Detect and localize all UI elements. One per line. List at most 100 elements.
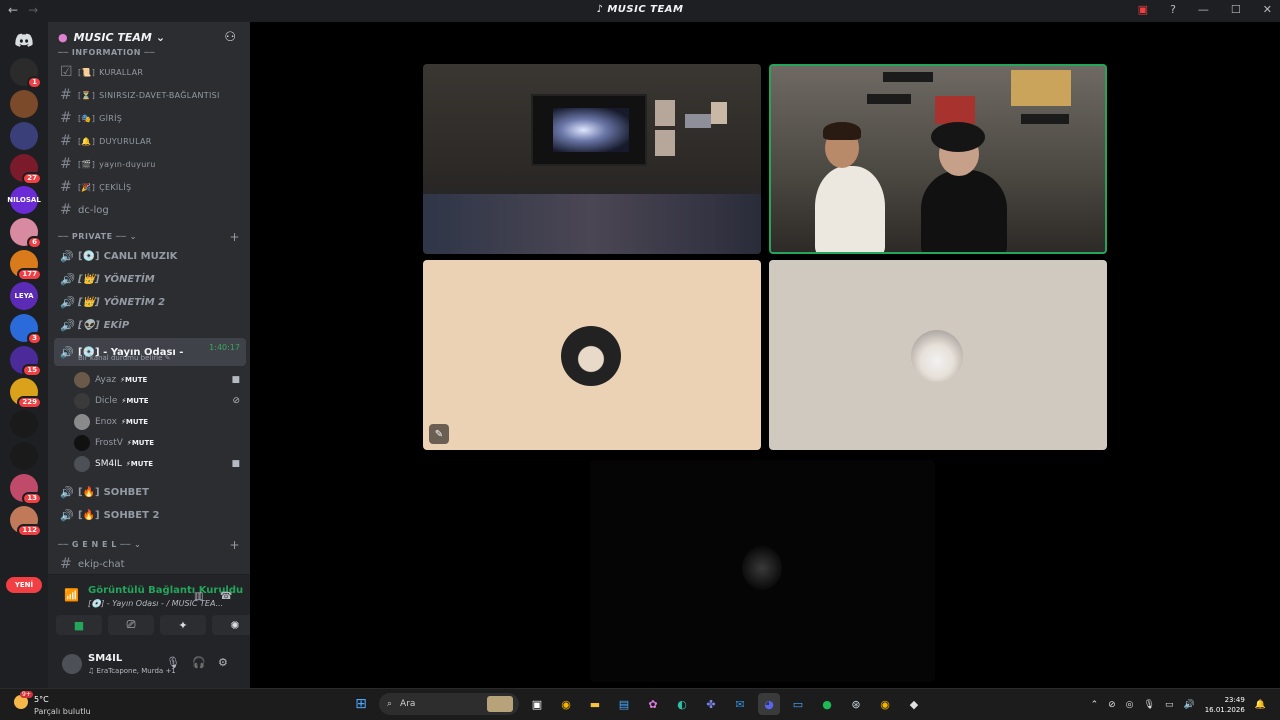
window-title: ♪ MUSIC TEAM bbox=[596, 4, 684, 15]
category-genel[interactable]: ── G E N E L ── ⌄ + bbox=[58, 538, 240, 552]
server-icon[interactable]: 3 bbox=[10, 314, 42, 345]
noise-suppression-icon[interactable]: ▥ bbox=[194, 591, 203, 602]
remote-desktop-icon[interactable]: ▭ bbox=[787, 693, 809, 715]
video-stage: ✎ bbox=[250, 22, 1280, 688]
voice-channel[interactable]: 🔊 [👽] EKİP bbox=[54, 315, 246, 335]
server-icon[interactable] bbox=[10, 122, 38, 150]
server-icon[interactable]: LEYA bbox=[10, 282, 38, 310]
text-channel[interactable]: # [🎭] GİRİŞ bbox=[54, 108, 246, 128]
category-information[interactable]: ── INFORMATION ── bbox=[58, 48, 240, 57]
camera-button[interactable]: ■ bbox=[56, 615, 102, 635]
signal-icon[interactable]: 📶 bbox=[64, 588, 79, 602]
user-avatar[interactable] bbox=[62, 654, 82, 674]
voice-member[interactable]: Ayaz ⚡MUTE ■ bbox=[74, 370, 244, 390]
search-icon: ⌕ bbox=[387, 699, 393, 709]
task-view-icon[interactable]: ▣ bbox=[526, 693, 548, 715]
discord-taskbar-icon[interactable]: ◕ bbox=[758, 693, 780, 715]
taskbar-search[interactable]: ⌕ Ara bbox=[379, 693, 519, 715]
avatar-tile-catgirl[interactable]: ✎ bbox=[423, 260, 761, 450]
video-tile-speaking[interactable] bbox=[769, 64, 1107, 254]
activities-button[interactable]: ✦ bbox=[160, 615, 206, 635]
voice-channel[interactable]: 🔊 [👑] YÖNETİM bbox=[54, 269, 246, 289]
server-icon[interactable] bbox=[10, 410, 38, 438]
disconnect-icon[interactable]: ☎ bbox=[220, 591, 232, 602]
outlook-icon[interactable]: ✉ bbox=[729, 693, 751, 715]
notification-app-icon[interactable]: ⊘ bbox=[1108, 700, 1116, 710]
voice-member[interactable]: SM4IL ⚡MUTE ■ bbox=[74, 454, 244, 474]
unknown-app-icon[interactable]: ◆ bbox=[903, 693, 925, 715]
file-explorer-icon[interactable]: ▬ bbox=[584, 693, 606, 715]
steam-icon[interactable]: ⊛ bbox=[845, 693, 867, 715]
chrome-icon[interactable]: ◉ bbox=[555, 693, 577, 715]
gear-icon[interactable]: ⚙ bbox=[218, 656, 228, 669]
volume-icon[interactable]: 🔊 bbox=[1183, 700, 1194, 710]
tray-app-icon[interactable]: ◎ bbox=[1126, 700, 1134, 710]
text-channel[interactable]: # [⏳] SINIRSIZ-DAVET-BAĞLANTISI bbox=[54, 85, 246, 105]
dim-video-tile[interactable] bbox=[590, 460, 935, 682]
spotify-icon[interactable]: ● bbox=[816, 693, 838, 715]
chrome-profile-icon[interactable]: ◉ bbox=[874, 693, 896, 715]
server-icon[interactable]: 6 bbox=[10, 218, 42, 249]
username[interactable]: SM4IL bbox=[88, 653, 122, 664]
voice-channel[interactable]: 🔊 [👑] YÖNETİM 2 bbox=[54, 292, 246, 312]
avatar-tile-cat[interactable] bbox=[769, 260, 1107, 450]
soundboard-button[interactable]: ✺ bbox=[212, 615, 250, 635]
add-member-icon[interactable]: ⚇ bbox=[224, 30, 236, 45]
server-icon[interactable]: 15 bbox=[10, 346, 42, 377]
server-icon[interactable]: 229 bbox=[10, 378, 42, 409]
window-controls: ▣ ? — ☐ ✕ bbox=[1138, 3, 1272, 16]
text-channel[interactable]: # [🎬] yayın-duyuru bbox=[54, 154, 246, 174]
inbox-icon[interactable]: ▣ bbox=[1138, 3, 1148, 16]
teams-icon[interactable]: ✤ bbox=[700, 693, 722, 715]
windows-start-icon[interactable]: ⊞ bbox=[350, 693, 372, 715]
voice-member[interactable]: Dicle ⚡MUTE ⊘ bbox=[74, 391, 244, 411]
notification-bell-icon[interactable]: 🔔 bbox=[1255, 700, 1266, 710]
screen-share-button[interactable]: ⎚ bbox=[108, 615, 154, 635]
title-bar: ← → ♪ MUSIC TEAM ▣ ? — ☐ ✕ bbox=[0, 0, 1280, 22]
user-panel: SM4IL ♫ EraTcapone, Murda +1 🎙 🎧 ⚙ bbox=[48, 646, 250, 688]
server-icon: ● bbox=[58, 30, 68, 44]
headphones-icon[interactable]: 🎧 bbox=[192, 656, 206, 669]
minimize-button[interactable]: — bbox=[1198, 3, 1209, 16]
weather-badge: 9+ bbox=[20, 691, 33, 698]
add-channel-icon[interactable]: + bbox=[229, 230, 240, 244]
server-icon[interactable] bbox=[10, 442, 38, 470]
close-button[interactable]: ✕ bbox=[1263, 3, 1272, 16]
server-icon[interactable]: 27 bbox=[10, 154, 42, 185]
server-icon[interactable]: 1 bbox=[10, 58, 42, 89]
text-channel[interactable]: ☑ [📜] KURALLAR bbox=[54, 62, 246, 82]
rules-icon: ☑ bbox=[60, 64, 73, 80]
server-icon[interactable]: 177 bbox=[10, 250, 42, 281]
clock[interactable]: 23:49 16.01.2026 bbox=[1205, 695, 1245, 715]
tv-screen bbox=[531, 94, 647, 166]
add-channel-icon[interactable]: + bbox=[229, 538, 240, 552]
video-tile-room[interactable] bbox=[423, 64, 761, 254]
discord-home-button[interactable] bbox=[10, 26, 38, 54]
voice-channel[interactable]: 🔊 [💿] CANLI MUZIK bbox=[54, 246, 246, 266]
text-channel[interactable]: # dc-log bbox=[54, 200, 246, 220]
store-icon[interactable]: ▤ bbox=[613, 693, 635, 715]
text-channel[interactable]: # [🔔] DUYURULAR bbox=[54, 131, 246, 151]
server-icon[interactable]: 112 bbox=[10, 506, 42, 537]
network-icon[interactable]: ▭ bbox=[1165, 700, 1174, 710]
microphone-icon[interactable]: 🎙 bbox=[1144, 700, 1155, 710]
server-icon[interactable] bbox=[10, 90, 38, 118]
channel-ekip-chat[interactable]: # ekip-chat bbox=[54, 554, 246, 574]
edge-icon[interactable]: ◐ bbox=[671, 693, 693, 715]
microphone-icon[interactable]: 🎙 bbox=[166, 656, 180, 669]
voice-member[interactable]: FrostV ⚡MUTE bbox=[74, 433, 244, 453]
server-icon[interactable]: NILOSAL bbox=[7, 186, 41, 214]
voice-channel[interactable]: 🔊 [🔥] SOHBET 2 bbox=[54, 505, 246, 525]
maximize-button[interactable]: ☐ bbox=[1231, 3, 1241, 16]
help-icon[interactable]: ? bbox=[1170, 3, 1176, 16]
new-servers-pill[interactable]: YENİ bbox=[6, 577, 42, 593]
server-icon[interactable]: 13 bbox=[10, 474, 42, 505]
category-private[interactable]: ── PRIVATE ── ⌄ + bbox=[58, 230, 240, 244]
copilot-icon[interactable]: ✿ bbox=[642, 693, 664, 715]
voice-channel[interactable]: 🔊 [🔥] SOHBET bbox=[54, 482, 246, 502]
channel-status-placeholder[interactable]: Bir kanal durumu belirle ✎ bbox=[78, 354, 171, 362]
chevron-up-icon[interactable]: ⌃ bbox=[1091, 700, 1099, 710]
voice-member[interactable]: Enox ⚡MUTE bbox=[74, 412, 244, 432]
text-channel[interactable]: # [🎉] ÇEKİLİŞ bbox=[54, 177, 246, 197]
active-voice-channel[interactable]: 🔊 [💿] - Yayın Odası - 1:40:17 Bir kanal … bbox=[54, 338, 246, 366]
